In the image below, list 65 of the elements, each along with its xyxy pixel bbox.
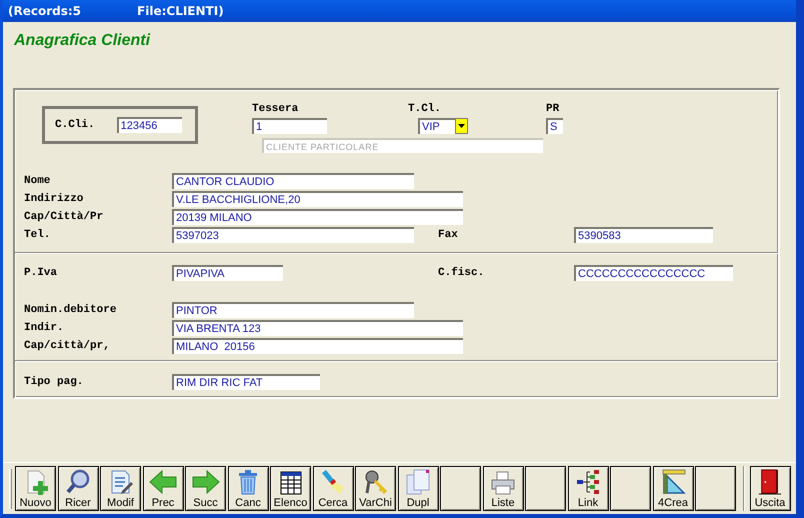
code-field[interactable]: 123456 [116, 117, 182, 133]
tree-diagram-icon [576, 469, 600, 495]
toolbar-button[interactable] [440, 466, 481, 511]
field-label: PR [546, 102, 560, 116]
field-label: Nomin.debitore [24, 303, 118, 317]
text-field[interactable]: 5397023 [172, 227, 414, 243]
field-label: C.Cli. [55, 118, 95, 132]
text-field[interactable]: VIA BRENTA 123 [172, 320, 463, 336]
left-arrow-icon [149, 469, 177, 495]
toolbar-button[interactable]: Prec [142, 466, 184, 511]
toolbar-button[interactable] [610, 466, 651, 511]
toolbar-button[interactable]: Cerca [312, 466, 354, 511]
field-label: C.fisc. [438, 266, 486, 280]
text-field[interactable]: CCCCCCCCCCCCCCCC [574, 265, 733, 281]
type-field[interactable]: VIP [418, 118, 455, 134]
toolbar-button[interactable]: Succ [185, 466, 226, 511]
field-label: Indirizzo [24, 192, 84, 206]
toolbar-button[interactable]: Ricer [58, 466, 98, 511]
toolbar-button[interactable]: Uscita [750, 466, 790, 511]
toolbar-button[interactable]: Nuovo [15, 466, 56, 511]
field-label: Indir. [24, 321, 65, 335]
field-label: P.Iva [24, 266, 58, 280]
caret-icon [458, 124, 465, 128]
dropdown-button[interactable] [455, 118, 468, 134]
toolbar-button[interactable]: Link [568, 466, 608, 511]
field-label: Tel. [24, 228, 52, 242]
toolbar-button[interactable]: Modif [100, 466, 141, 511]
printer-icon [490, 471, 516, 495]
text-field[interactable]: PIVAPIVA [172, 265, 283, 281]
door-icon [757, 469, 783, 495]
toolbar-button[interactable]: VarChi [355, 466, 396, 511]
text-field[interactable]: 5390583 [574, 227, 713, 243]
field-label: Nome [24, 174, 52, 188]
table-icon [280, 471, 302, 495]
field-label: T.Cl. [408, 102, 442, 116]
field-label: Cap/città/pr, [24, 339, 111, 353]
field-label: Tessera [252, 102, 300, 116]
text-field[interactable]: PINTOR [172, 302, 414, 318]
toolbar-button[interactable]: 4Crea [652, 466, 694, 511]
right-arrow-icon [192, 469, 220, 495]
pr-field[interactable]: S [546, 118, 563, 134]
text-field[interactable]: V.LE BACCHIGLIONE,20 [172, 191, 463, 207]
window-title: File:CLIENTI) [137, 4, 224, 18]
text-field[interactable]: CANTOR CLAUDIO [172, 173, 414, 189]
text-field[interactable]: 20139 MILANO [172, 209, 463, 225]
form-title: Anagrafica Clienti [14, 31, 152, 51]
text-field[interactable]: RIM DIR RIC FAT [172, 374, 320, 390]
window-title: (Records:5 [8, 4, 82, 18]
flashlight-icon [320, 469, 346, 495]
magnifier-icon [65, 469, 91, 495]
toolbar-button[interactable]: Canc [228, 466, 268, 511]
field-label: Cap/Città/Pr [24, 210, 104, 224]
toolbar-button[interactable] [525, 466, 566, 511]
field-label: Fax [438, 228, 459, 242]
text-field[interactable]: MILANO 20156 [172, 338, 463, 354]
toolbar-button[interactable]: Liste [482, 466, 524, 511]
trash-icon [236, 469, 260, 495]
toolbar-button[interactable]: Elenco [270, 466, 311, 511]
field-label: Tipo pag. [24, 375, 84, 389]
toolbar-button[interactable] [695, 466, 736, 511]
keys-icon [362, 469, 388, 495]
ruler-triangle-icon [660, 469, 686, 495]
card-field[interactable]: 1 [252, 118, 327, 134]
copy-icon [405, 469, 431, 495]
toolbar-button[interactable]: Dupl [398, 466, 438, 511]
